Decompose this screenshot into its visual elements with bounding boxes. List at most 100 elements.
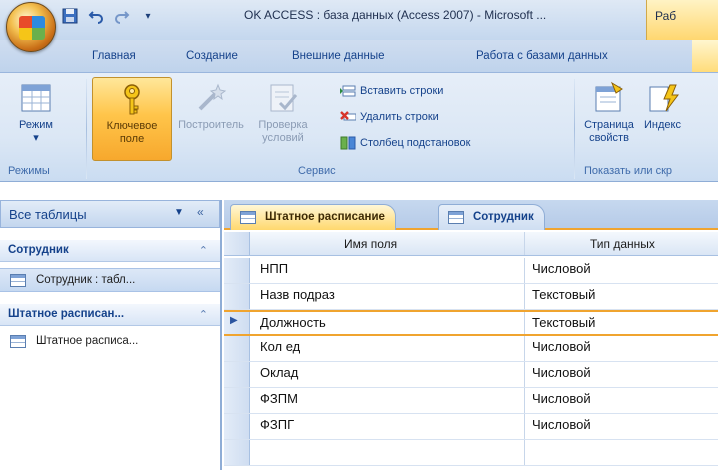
column-divider — [524, 312, 525, 334]
doc-tab-staffing[interactable]: Штатное расписание — [230, 204, 396, 230]
nav-item-label: Штатное расписа... — [36, 335, 139, 347]
field-name-cell[interactable]: Кол ед — [260, 339, 300, 354]
row-selector[interactable] — [224, 362, 250, 387]
table-row[interactable]: Назв подраз Текстовый — [224, 284, 718, 310]
table-icon — [10, 274, 26, 287]
row-selector[interactable]: ▶ — [224, 312, 250, 334]
data-type-cell[interactable]: Текстовый — [532, 315, 595, 330]
primary-key-button[interactable]: Ключевое поле — [92, 77, 172, 161]
table-icon — [10, 335, 26, 348]
undo-icon[interactable] — [86, 6, 106, 26]
customize-qat-icon[interactable]: ▾ — [138, 6, 158, 26]
field-name-cell[interactable]: ФЗПГ — [260, 417, 294, 432]
insert-rows-icon — [340, 84, 356, 98]
delete-rows-icon — [340, 110, 357, 124]
column-header-data-type: Тип данных — [590, 237, 655, 251]
column-divider — [524, 284, 525, 309]
row-selector[interactable] — [224, 388, 250, 413]
validation-rules-icon — [266, 81, 300, 115]
nav-group-employee[interactable]: Сотрудник ⌃ — [0, 240, 220, 262]
collapse-group-icon[interactable]: ⌃ — [199, 308, 208, 321]
ribbon: Режим ▾ Режимы Ключевое поле Построитель… — [0, 72, 718, 182]
row-selector[interactable] — [224, 440, 250, 465]
office-logo-icon — [19, 16, 45, 40]
primary-key-label-line1: Ключевое — [106, 120, 158, 132]
collapse-pane-icon[interactable]: « — [197, 205, 204, 219]
indexes-button[interactable]: Индекс — [640, 77, 718, 161]
column-divider — [524, 440, 525, 465]
data-type-cell[interactable]: Числовой — [532, 365, 591, 380]
nav-group-label: Сотрудник — [8, 244, 69, 256]
lookup-column-label: Столбец подстановок — [360, 137, 471, 149]
lookup-column-icon — [340, 136, 356, 150]
property-sheet-button[interactable]: Страница свойств — [580, 77, 638, 161]
current-row-key-icon: ▶ — [230, 315, 238, 326]
delete-rows-label: Удалить строки — [360, 111, 439, 123]
property-sheet-label-line2: свойств — [589, 132, 629, 144]
data-type-cell[interactable]: Числовой — [532, 417, 591, 432]
indexes-label: Индекс — [644, 119, 681, 131]
row-selector[interactable] — [224, 284, 250, 309]
table-row[interactable]: Кол ед Числовой — [224, 336, 718, 362]
redo-icon[interactable] — [112, 6, 132, 26]
select-all-corner[interactable] — [224, 232, 250, 255]
property-sheet-icon — [592, 81, 626, 115]
chevron-down-icon[interactable]: ▼ — [174, 207, 184, 218]
data-type-cell[interactable]: Текстовый — [532, 287, 595, 302]
lookup-column-button[interactable]: Столбец подстановок — [340, 133, 470, 153]
title-bar: ▾ OK ACCESS : база данных (Access 2007) … — [0, 0, 718, 52]
builder-label: Построитель — [178, 119, 244, 131]
nav-group-staffing[interactable]: Штатное расписан... ⌃ — [0, 304, 220, 326]
column-header-field-name: Имя поля — [344, 237, 398, 251]
delete-rows-button[interactable]: Удалить строки — [340, 107, 439, 127]
tab-database-tools[interactable]: Работа с базами данных — [476, 50, 608, 62]
nav-item-employee-table[interactable]: Сотрудник : табл... — [0, 268, 220, 292]
nav-pane-title: Все таблицы — [9, 207, 87, 222]
table-row[interactable]: ▶ Должность Текстовый — [224, 310, 718, 336]
field-name-cell[interactable]: Оклад — [260, 365, 298, 380]
row-selector[interactable] — [224, 336, 250, 361]
table-row[interactable]: Оклад Числовой — [224, 362, 718, 388]
field-name-cell[interactable]: ФЗПМ — [260, 391, 298, 406]
nav-pane-header[interactable]: Все таблицы ▼ « — [0, 200, 220, 228]
table-row[interactable] — [224, 440, 718, 466]
nav-item-staffing-table[interactable]: Штатное расписа... — [0, 330, 220, 354]
field-name-cell[interactable]: Назв подраз — [260, 287, 335, 302]
field-name-cell[interactable]: Должность — [260, 315, 326, 330]
builder-wand-icon — [194, 81, 228, 115]
save-icon[interactable] — [60, 6, 80, 26]
grid-header-row: Имя поля Тип данных — [224, 232, 718, 256]
office-button[interactable] — [6, 2, 56, 52]
nav-group-label: Штатное расписан... — [8, 308, 125, 320]
tab-create[interactable]: Создание — [186, 50, 238, 62]
column-divider[interactable] — [524, 232, 525, 255]
row-selector[interactable] — [224, 258, 250, 283]
context-tools-label: Раб — [646, 0, 718, 40]
property-sheet-label-line1: Страница — [584, 119, 634, 131]
table-row[interactable]: ФЗПГ Числовой — [224, 414, 718, 440]
collapse-group-icon[interactable]: ⌃ — [199, 244, 208, 257]
field-name-cell[interactable]: НПП — [260, 261, 288, 276]
group-label-show-hide: Показать или скр — [584, 165, 673, 177]
doc-tab-label: Сотрудник — [473, 211, 534, 223]
doc-tab-employee[interactable]: Сотрудник — [438, 204, 545, 230]
table-row[interactable]: НПП Числовой — [224, 258, 718, 284]
column-divider — [524, 388, 525, 413]
insert-rows-button[interactable]: Вставить строки — [340, 81, 443, 101]
test-validation-button[interactable]: Проверка условий — [250, 77, 316, 161]
tab-home[interactable]: Главная — [92, 50, 136, 62]
test-validation-label-line1: Проверка — [258, 119, 308, 131]
table-row[interactable]: ФЗПМ Числовой — [224, 388, 718, 414]
view-dropdown-icon[interactable]: ▾ — [6, 132, 66, 145]
row-selector[interactable] — [224, 414, 250, 439]
builder-button[interactable]: Построитель — [176, 77, 246, 161]
data-type-cell[interactable]: Числовой — [532, 261, 591, 276]
view-button[interactable]: Режим ▾ — [6, 77, 66, 161]
table-icon — [240, 211, 256, 224]
column-divider — [524, 258, 525, 283]
tab-external-data[interactable]: Внешние данные — [292, 50, 384, 62]
data-type-cell[interactable]: Числовой — [532, 339, 591, 354]
column-divider — [524, 362, 525, 387]
group-label-views: Режимы — [8, 165, 50, 177]
data-type-cell[interactable]: Числовой — [532, 391, 591, 406]
